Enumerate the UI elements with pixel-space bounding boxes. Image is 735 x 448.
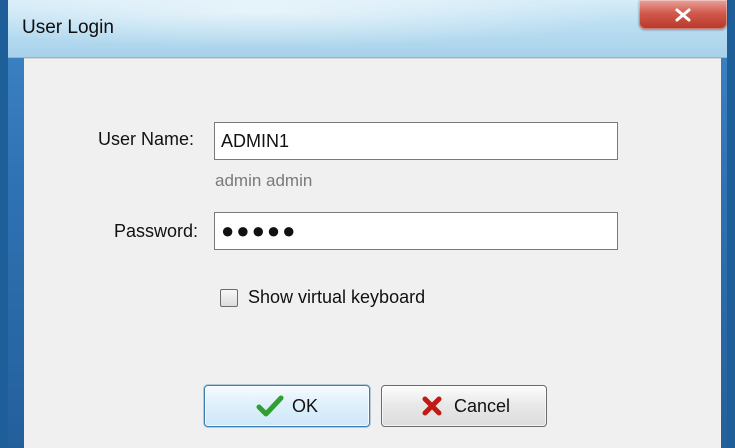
x-icon (422, 396, 442, 416)
close-icon (675, 8, 691, 21)
virtual-keyboard-checkbox[interactable] (220, 288, 238, 307)
close-button[interactable] (639, 0, 727, 29)
ok-button[interactable]: OK (204, 385, 370, 427)
window-title: User Login (22, 17, 114, 38)
cancel-label: Cancel (453, 395, 511, 416)
username-hint: admin admin (215, 171, 313, 190)
checkmark-icon (256, 395, 284, 417)
username-label: User Name: (98, 129, 195, 149)
ok-label: OK (291, 395, 318, 416)
password-label: Password: (114, 221, 199, 241)
dialog-client-area: User Name: admin admin Password: ●●●●● S… (24, 58, 721, 448)
password-masked-value: ●●●●● (221, 218, 298, 243)
username-input[interactable] (214, 122, 618, 160)
cancel-button[interactable]: Cancel (381, 385, 547, 427)
virtual-keyboard-label: Show virtual keyboard (248, 287, 426, 307)
password-input[interactable]: ●●●●● (214, 212, 618, 250)
title-bar: User Login (8, 0, 727, 58)
virtual-keyboard-option[interactable]: Show virtual keyboard (220, 287, 425, 308)
